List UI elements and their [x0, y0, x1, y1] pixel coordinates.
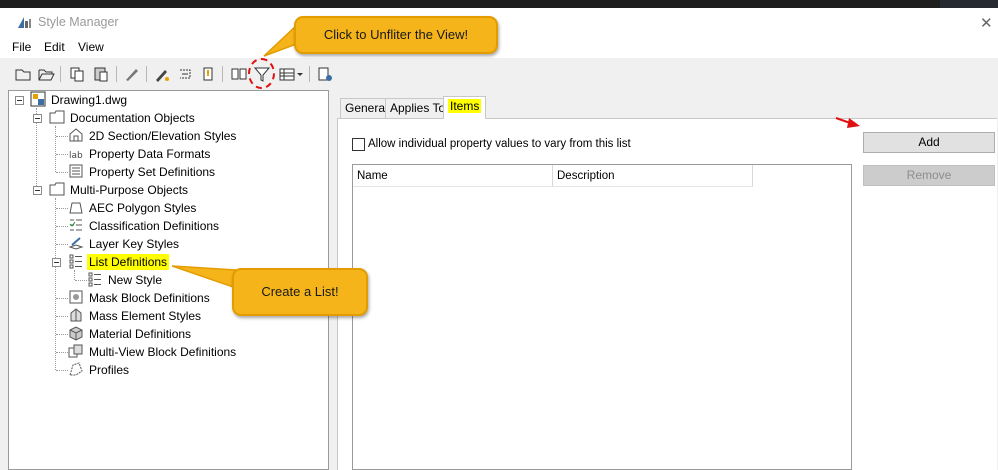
add-button[interactable]: Add	[863, 132, 995, 153]
toggle-view-icon[interactable]	[176, 64, 194, 84]
mask-block-icon	[69, 290, 83, 304]
multi-view-block-icon	[68, 344, 83, 358]
tree-list-definitions[interactable]: List Definitions	[87, 254, 170, 270]
folder-icon	[49, 110, 65, 124]
material-icon	[69, 326, 83, 341]
callout-pointer	[172, 265, 236, 289]
tree-aec-polygon-styles[interactable]: AEC Polygon Styles	[87, 200, 198, 216]
folder-icon	[49, 182, 65, 196]
tree-property-set-definitions[interactable]: Property Set Definitions	[87, 164, 217, 180]
menu-edit[interactable]: Edit	[44, 40, 65, 54]
app-icon	[18, 17, 31, 28]
open-icon[interactable]	[37, 64, 55, 84]
tree-guide	[56, 370, 68, 371]
tree-guide	[75, 280, 87, 281]
compare-icon[interactable]	[230, 64, 248, 84]
column-header-name[interactable]: Name	[353, 165, 553, 187]
allow-vary-label: Allow individual property values to vary…	[368, 138, 631, 150]
window-title: Style Manager	[38, 15, 119, 29]
tree-classification-definitions[interactable]: Classification Definitions	[87, 218, 221, 234]
background-strip-right	[940, 0, 998, 8]
unfilter-callout: Click to Unfliter the View!	[294, 16, 498, 54]
tree-multi-purpose-objects[interactable]: Multi-Purpose Objects	[68, 182, 190, 198]
paste-icon[interactable]	[92, 64, 110, 84]
filter-highlight-ring	[248, 58, 275, 89]
tree-guide	[56, 208, 68, 209]
allow-vary-checkbox[interactable]	[352, 138, 365, 151]
tree-material-definitions[interactable]: Material Definitions	[87, 326, 193, 342]
edit-style-icon[interactable]	[123, 64, 141, 84]
tree-section-elevation-styles[interactable]: 2D Section/Elevation Styles	[87, 128, 238, 144]
property-data-format-icon: lab	[69, 151, 83, 161]
tree-mass-element-styles[interactable]: Mass Element Styles	[87, 308, 203, 324]
tab-applies-to[interactable]: Applies To	[385, 98, 451, 118]
tree-guide	[55, 198, 56, 370]
mass-element-icon	[70, 308, 82, 322]
toolbar-separator	[309, 66, 310, 82]
add-pointer-arrow	[835, 117, 860, 128]
tree-guide	[56, 334, 68, 335]
tree-guide	[56, 316, 68, 317]
tree-layer-key-styles[interactable]: Layer Key Styles	[87, 236, 181, 252]
style-manager-window: Style Manager ✕ File Edit View Drawing1.…	[0, 0, 998, 470]
close-button[interactable]: ✕	[980, 14, 993, 32]
column-header-description[interactable]: Description	[553, 165, 753, 187]
toolbar-separator	[146, 66, 147, 82]
tree-documentation-objects[interactable]: Documentation Objects	[68, 110, 197, 126]
tree-guide	[56, 172, 68, 173]
tree-guide	[56, 244, 68, 245]
background-strip	[0, 0, 998, 8]
purge-icon[interactable]	[153, 64, 171, 84]
drawing-icon	[30, 91, 46, 107]
tree-root-drawing[interactable]: Drawing1.dwg	[49, 92, 129, 108]
section-elevation-icon	[69, 128, 83, 142]
collapse-toggle[interactable]	[15, 96, 24, 105]
tree-guide	[74, 270, 75, 280]
collapse-toggle[interactable]	[33, 186, 42, 195]
create-list-callout: Create a List!	[232, 268, 368, 316]
tree-property-data-formats[interactable]: Property Data Formats	[87, 146, 212, 162]
svg-text:lab: lab	[69, 151, 83, 161]
classification-icon	[69, 219, 82, 231]
tree-guide	[56, 226, 68, 227]
toolbar-separator	[116, 66, 117, 82]
layer-key-icon	[68, 237, 84, 250]
pen-icon[interactable]	[199, 64, 217, 84]
toolbar-separator	[60, 66, 61, 82]
list-definition-icon	[69, 254, 82, 269]
tree-guide	[56, 154, 68, 155]
items-list[interactable]	[352, 164, 852, 470]
remove-button: Remove	[863, 165, 995, 186]
menu-bar	[0, 36, 998, 58]
property-set-icon	[69, 164, 83, 178]
help-icon[interactable]	[316, 64, 334, 84]
tree-guide	[56, 136, 68, 137]
toolbar-separator	[222, 66, 223, 82]
tree-guide	[55, 126, 56, 172]
tree-profiles[interactable]: Profiles	[87, 362, 131, 378]
collapse-toggle[interactable]	[52, 258, 61, 267]
toolbar	[0, 60, 998, 90]
collapse-toggle[interactable]	[33, 114, 42, 123]
view-options-icon[interactable]	[278, 64, 304, 84]
tab-items-label: Items	[448, 99, 482, 113]
tree-new-style[interactable]: New Style	[106, 272, 164, 288]
tree-guide	[56, 352, 68, 353]
tree-guide	[56, 298, 68, 299]
copy-icon[interactable]	[68, 64, 86, 84]
menu-file[interactable]: File	[12, 40, 31, 54]
list-style-icon	[88, 272, 101, 287]
title-bar	[0, 8, 998, 36]
profile-icon	[69, 362, 83, 376]
menu-view[interactable]: View	[78, 40, 104, 54]
tab-items[interactable]: Items	[443, 96, 487, 119]
new-icon[interactable]	[14, 64, 32, 84]
aec-polygon-icon	[69, 202, 83, 214]
tree-multi-view-block-definitions[interactable]: Multi-View Block Definitions	[87, 344, 238, 360]
